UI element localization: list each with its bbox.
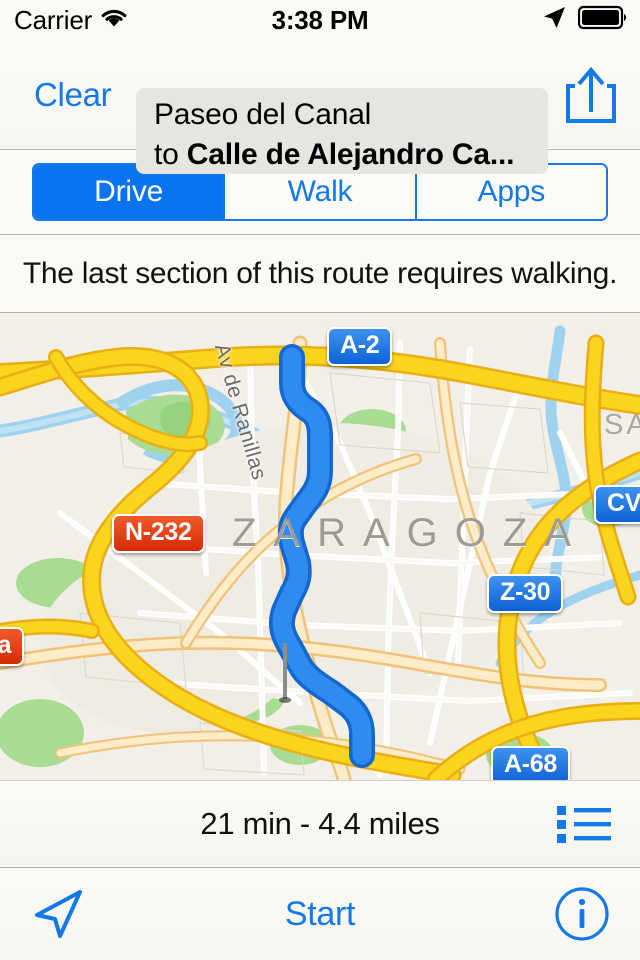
route-notice-banner: The last section of this route requires … [0,235,640,313]
start-button[interactable]: Start [285,895,356,934]
route-destination-label: to Calle de Alejandro Ca... [154,135,530,174]
bottom-toolbar: Start [0,868,640,960]
route-search-field[interactable]: Paseo del Canal to Calle de Alejandro Ca… [136,88,548,174]
map-view[interactable]: ZARAGOZA SA Av de Ranillas A-2 N-232 CV-… [0,313,640,780]
road-shield-n-232[interactable]: N-232 [112,514,205,553]
map-canvas [0,313,640,780]
road-shield-z-30[interactable]: Z-30 [487,574,564,613]
eta-bar: 21 min - 4.4 miles [0,780,640,868]
road-shield-a-68[interactable]: A-68 [491,746,570,780]
road-shield-a-2[interactable]: A-2 [327,327,393,366]
share-icon[interactable] [564,66,618,124]
info-circle-icon[interactable] [554,886,610,942]
battery-full-icon [577,5,628,35]
navigation-bar: Clear Paseo del Canal to Calle de Alejan… [0,40,640,174]
status-bar: Carrier 3:38 PM [0,0,640,40]
road-shield-la[interactable]: la [0,627,25,666]
clear-button[interactable]: Clear [34,76,112,114]
route-destination-text: Calle de Alejandro Ca... [186,138,515,171]
location-arrow-icon [541,5,568,36]
road-shield-cv-3[interactable]: CV-3 [594,485,640,524]
route-to-prefix: to [154,138,187,171]
status-bar-right [541,5,628,36]
maps-directions-screen: Carrier 3:38 PM Clear Paseo del Canal to… [0,0,640,960]
route-origin-label: Paseo del Canal [154,98,372,131]
locate-arrow-icon[interactable] [32,888,84,940]
eta-summary-label: 21 min - 4.4 miles [200,806,440,841]
list-icon[interactable] [556,802,612,846]
